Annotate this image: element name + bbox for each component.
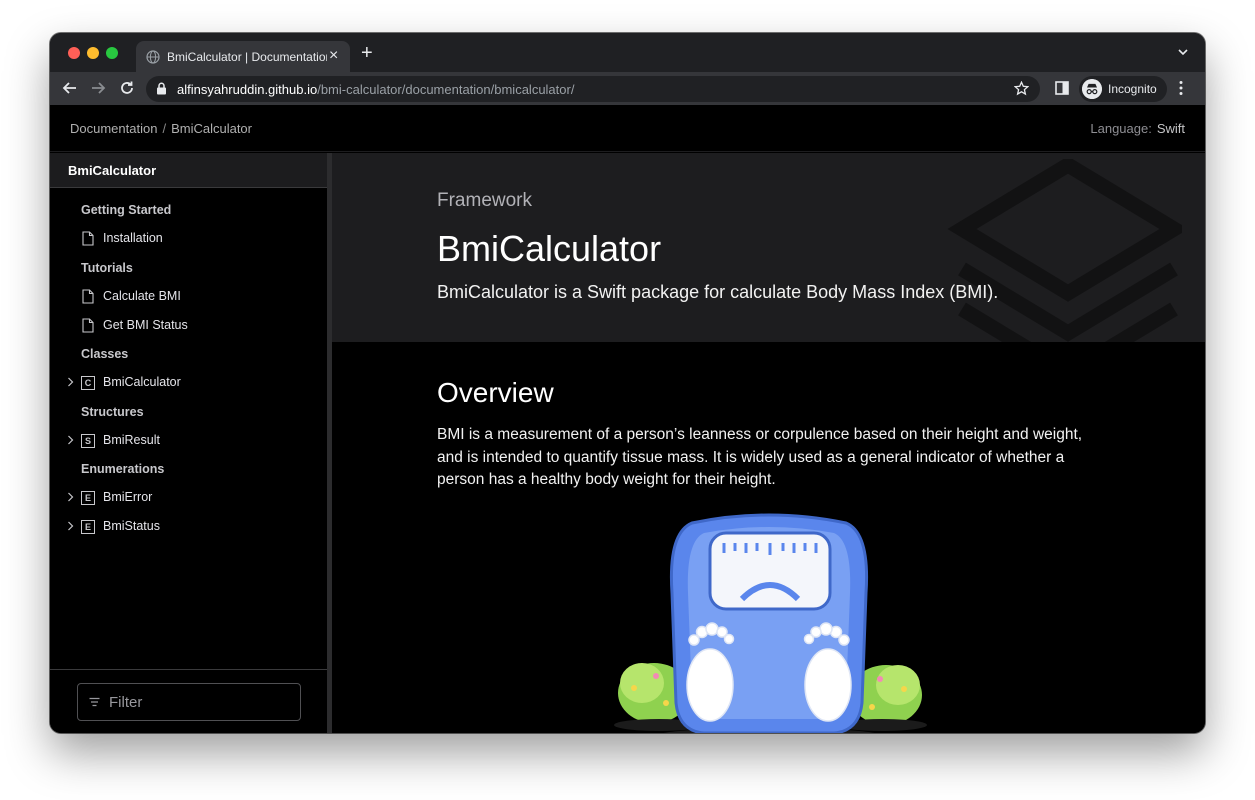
section-label: Classes [81, 347, 129, 361]
sidebar-item-get-bmi-status[interactable]: Get BMI Status [50, 313, 327, 339]
globe-icon [146, 50, 160, 64]
sidebar-item-label: BmiResult [103, 433, 160, 447]
sidebar-title[interactable]: BmiCalculator [50, 153, 327, 188]
sidebar-section-structures: Structures [50, 400, 327, 426]
article-icon [82, 231, 94, 246]
url-text: alfinsyahruddin.github.io/bmi-calculator… [177, 82, 574, 97]
section-label: Structures [81, 405, 144, 419]
chevron-right-icon[interactable] [67, 492, 74, 502]
tab-title: BmiCalculator | Documentation [167, 50, 327, 64]
browser-window: BmiCalculator | Documentation × + alfins… [50, 33, 1205, 733]
sidebar-item-calculate-bmi[interactable]: Calculate BMI [50, 284, 327, 310]
side-panel-icon[interactable] [1053, 79, 1071, 97]
page-abstract: BmiCalculator is a Swift package for cal… [437, 282, 999, 302]
chevron-right-icon[interactable] [67, 377, 74, 387]
overview-paragraph: BMI is a measurement of a person’s leann… [437, 426, 1083, 488]
bathroom-scale-illustration [614, 513, 927, 733]
incognito-profile-button[interactable]: Incognito [1079, 76, 1167, 102]
main-content: Framework BmiCalculator BmiCalculator is… [332, 153, 1205, 733]
close-window-button[interactable] [68, 47, 80, 59]
chevron-right-icon[interactable] [67, 521, 74, 531]
incognito-label: Incognito [1108, 82, 1157, 96]
page-title: BmiCalculator [437, 228, 662, 269]
sidebar-item-bmiresult[interactable]: S BmiResult [50, 428, 327, 454]
enum-symbol-badge: E [81, 520, 95, 534]
language-label: Language: [1090, 121, 1152, 136]
section-label: Enumerations [81, 462, 165, 476]
struct-symbol-badge: S [81, 434, 95, 448]
sidebar: BmiCalculator Getting Started Installati… [50, 153, 327, 733]
sidebar-item-label: BmiCalculator [103, 375, 181, 389]
sidebar-item-bmicalculator[interactable]: C BmiCalculator [50, 370, 327, 396]
chevron-right-icon[interactable] [67, 435, 74, 445]
bookmark-star-icon[interactable] [1014, 81, 1029, 96]
sidebar-section-enumerations: Enumerations [50, 457, 327, 483]
filter-input[interactable]: Filter [77, 683, 301, 721]
breadcrumb: Documentation / BmiCalculator [70, 121, 252, 136]
class-symbol-badge: C [81, 376, 95, 390]
sidebar-item-label: Calculate BMI [103, 289, 181, 303]
sidebar-item-label: Get BMI Status [103, 318, 188, 332]
framework-layers-icon [947, 159, 1182, 342]
zoom-window-button[interactable] [106, 47, 118, 59]
section-label: Tutorials [81, 261, 133, 275]
article-icon [82, 289, 94, 304]
filter-placeholder: Filter [109, 694, 143, 711]
sidebar-item-installation[interactable]: Installation [50, 226, 327, 252]
browser-toolbar: alfinsyahruddin.github.io/bmi-calculator… [50, 72, 1205, 105]
forward-arrow-icon[interactable] [89, 79, 107, 97]
sidebar-item-label: BmiStatus [103, 519, 160, 533]
breadcrumb-documentation[interactable]: Documentation [70, 121, 157, 136]
new-tab-button[interactable]: + [361, 43, 373, 63]
sidebar-item-bmierror[interactable]: E BmiError [50, 485, 327, 511]
language-indicator: Language: Swift [1090, 121, 1185, 136]
sidebar-section-getting-started: Getting Started [50, 198, 327, 224]
language-value[interactable]: Swift [1157, 121, 1185, 136]
filter-icon [89, 697, 100, 707]
sidebar-title-text: BmiCalculator [68, 163, 157, 178]
enum-symbol-badge: E [81, 491, 95, 505]
sidebar-footer: Filter [50, 669, 327, 733]
tab-search-chevron-icon[interactable] [1177, 47, 1189, 57]
breadcrumb-separator: / [162, 121, 167, 136]
lock-icon[interactable] [156, 82, 167, 95]
sidebar-section-classes: Classes [50, 342, 327, 368]
role-eyebrow: Framework [437, 190, 533, 211]
tab-close-icon[interactable]: × [329, 47, 338, 65]
url-host: alfinsyahruddin.github.io [177, 82, 318, 97]
tab-strip: BmiCalculator | Documentation × + [50, 33, 1205, 72]
back-arrow-icon[interactable] [61, 79, 79, 97]
sidebar-section-tutorials: Tutorials [50, 256, 327, 282]
browser-menu-icon[interactable] [1179, 80, 1183, 96]
sidebar-item-label: BmiError [103, 490, 153, 504]
incognito-icon [1082, 79, 1102, 99]
sidebar-item-bmistatus[interactable]: E BmiStatus [50, 514, 327, 540]
reload-icon[interactable] [118, 79, 136, 97]
article-icon [82, 318, 94, 333]
breadcrumb-bmicalculator: BmiCalculator [171, 121, 252, 136]
intro-hero: Framework BmiCalculator BmiCalculator is… [332, 153, 1205, 342]
minimize-window-button[interactable] [87, 47, 99, 59]
address-bar[interactable]: alfinsyahruddin.github.io/bmi-calculator… [146, 76, 1040, 102]
url-path: /bmi-calculator/documentation/bmicalcula… [317, 82, 575, 97]
sidebar-item-label: Installation [103, 231, 163, 245]
doc-navigation-bar: Documentation / BmiCalculator Language: Swi… [50, 105, 1205, 152]
section-label: Getting Started [81, 203, 172, 217]
browser-tab[interactable]: BmiCalculator | Documentation × [136, 41, 350, 72]
overview-heading: Overview [437, 377, 554, 408]
